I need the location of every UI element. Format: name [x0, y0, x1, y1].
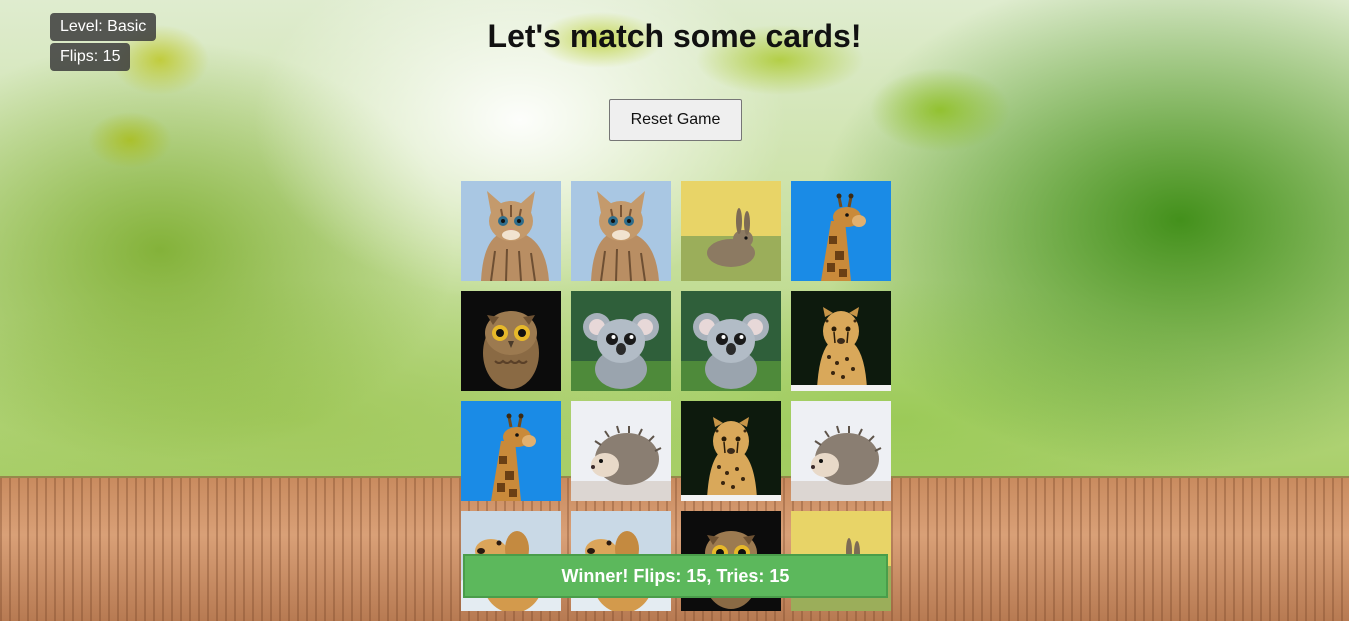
hedgehog-card[interactable] — [791, 401, 891, 501]
cheetah-image — [681, 401, 781, 501]
cat-card[interactable] — [461, 181, 561, 281]
rabbit-image — [681, 181, 781, 281]
winner-banner: Winner! Flips: 15, Tries: 15 — [463, 554, 888, 598]
hedgehog-image — [571, 401, 671, 501]
koala-image — [681, 291, 781, 391]
cat-card[interactable] — [571, 181, 671, 281]
cheetah-card[interactable] — [791, 291, 891, 391]
owl-card[interactable] — [461, 291, 561, 391]
giraffe-card[interactable] — [461, 401, 561, 501]
game-page: Level: Basic Flips: 15 Let's match some … — [0, 0, 1349, 621]
giraffe-card[interactable] — [791, 181, 891, 281]
giraffe-image — [461, 401, 561, 501]
hedgehog-image — [791, 401, 891, 501]
cat-image — [571, 181, 671, 281]
cheetah-card[interactable] — [681, 401, 781, 501]
rabbit-card[interactable] — [681, 181, 781, 281]
hedgehog-card[interactable] — [571, 401, 671, 501]
cat-image — [461, 181, 561, 281]
cheetah-image — [791, 291, 891, 391]
koala-card[interactable] — [681, 291, 781, 391]
giraffe-image — [791, 181, 891, 281]
card-board — [461, 181, 891, 611]
page-title: Let's match some cards! — [487, 18, 862, 54]
koala-card[interactable] — [571, 291, 671, 391]
owl-image — [461, 291, 561, 391]
reset-game-button[interactable]: Reset Game — [609, 99, 742, 141]
koala-image — [571, 291, 671, 391]
